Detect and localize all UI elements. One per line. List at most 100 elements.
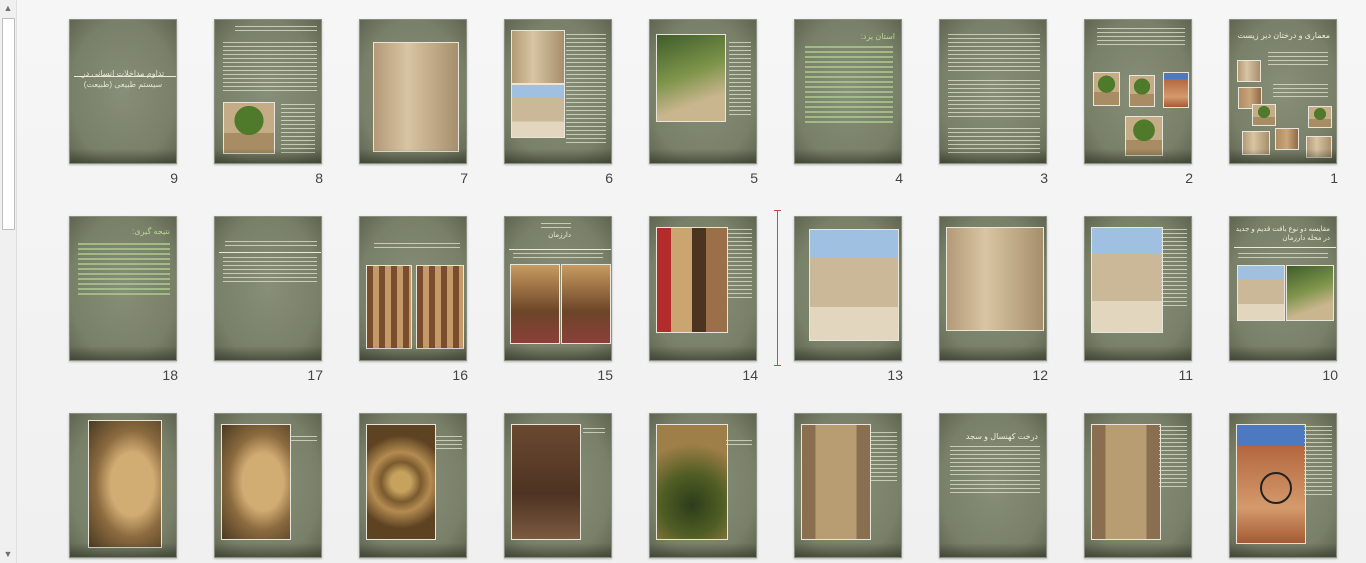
slide-number: 15	[597, 367, 613, 383]
slide-body-text	[225, 241, 317, 249]
slide-title: مقایسه دو نوع بافت قدیم و جدید در محله د…	[1235, 226, 1330, 242]
slide-thumbnail[interactable]	[649, 19, 757, 164]
slide-body-text	[223, 257, 317, 283]
slide-number: 17	[307, 367, 323, 383]
slide-photo	[88, 420, 162, 548]
slide-photo	[1129, 75, 1155, 107]
slide-thumbnail[interactable]	[359, 216, 467, 361]
slide-thumbnail[interactable]	[214, 216, 322, 361]
slide-thumbnail[interactable]	[939, 19, 1047, 164]
slide-photo	[510, 264, 560, 344]
scroll-up-arrow-icon[interactable]: ▲	[2, 1, 14, 15]
slide-title: نتیجه گیری:	[132, 227, 170, 236]
slide-body-text	[223, 42, 317, 92]
slide-photo	[1093, 72, 1120, 106]
slide-photo	[801, 424, 871, 540]
slide-photo	[1242, 131, 1270, 155]
slide-thumbnail[interactable]: تداوم مداخلات انسانی در سیستم طبیعی (طبی…	[69, 19, 177, 164]
slide-body-text	[78, 243, 170, 297]
slide-body-text	[948, 80, 1040, 120]
slide-body-text	[436, 436, 462, 450]
vertical-scrollbar[interactable]: ▲ ▼	[0, 0, 17, 563]
slide-photo	[223, 102, 275, 154]
slide-thumbnail[interactable]	[214, 413, 322, 558]
slide-thumbnail[interactable]	[1084, 216, 1192, 361]
slide-photo	[1275, 128, 1299, 150]
slide-thumbnail[interactable]	[504, 413, 612, 558]
slide-photo	[656, 34, 726, 122]
scroll-down-arrow-icon[interactable]: ▼	[2, 547, 14, 561]
slide-photo	[1237, 60, 1261, 82]
slide-photo	[1286, 265, 1334, 321]
slide-thumbnail[interactable]	[359, 19, 467, 164]
slide-thumbnail[interactable]: معماری و درختان دیر زیست	[1229, 19, 1337, 164]
slide-body-text	[281, 104, 315, 154]
slide-body-text	[1161, 229, 1187, 307]
slide-body-text	[1097, 28, 1185, 48]
slide-photo	[373, 42, 459, 152]
slide-thumbnail[interactable]	[504, 19, 612, 164]
slide-number: 11	[1178, 367, 1193, 383]
slide-body-text	[805, 46, 893, 126]
slide-photo	[511, 30, 565, 84]
slide-number: 13	[887, 367, 903, 383]
slide-thumbnail[interactable]: مقایسه دو نوع بافت قدیم و جدید در محله د…	[1229, 216, 1337, 361]
slide-photo	[221, 424, 291, 540]
slide-number: 9	[170, 170, 178, 186]
slide-number: 3	[1040, 170, 1048, 186]
slide-body-text	[950, 446, 1040, 476]
slide-body-text	[948, 34, 1040, 74]
slide-photo	[416, 265, 464, 349]
slide-body-text	[948, 128, 1040, 156]
slide-thumbnail[interactable]	[794, 216, 902, 361]
slide-title: معماری و درختان دیر زیست	[1237, 31, 1330, 40]
slide-body-text	[728, 229, 752, 301]
slide-number: 1	[1330, 170, 1338, 186]
slide-photo	[1308, 106, 1332, 128]
slide-body-text	[541, 223, 571, 228]
slide-title: تداوم مداخلات انسانی در سیستم طبیعی (طبی…	[81, 69, 165, 89]
slide-body-text	[1304, 426, 1332, 498]
slide-number: 8	[315, 170, 323, 186]
slide-thumbnail[interactable]: درخت کهنسال و سجد	[939, 413, 1047, 558]
slide-thumbnail[interactable]: استان یزد:	[794, 19, 902, 164]
slide-thumbnail[interactable]	[939, 216, 1047, 361]
slide-thumbnail[interactable]	[359, 413, 467, 558]
slide-photo	[511, 424, 581, 540]
slide-thumbnail[interactable]: دارزمان	[504, 216, 612, 361]
slide-divider	[509, 249, 611, 250]
slide-body-text	[1268, 52, 1328, 68]
slide-thumbnail[interactable]	[69, 413, 177, 558]
slide-thumbnail[interactable]	[1229, 413, 1337, 558]
slide-photo	[511, 84, 565, 138]
slide-photo	[366, 265, 412, 349]
slide-thumbnail[interactable]	[1084, 19, 1192, 164]
slide-body-text	[726, 440, 752, 448]
slide-number: 12	[1032, 367, 1048, 383]
slide-photo	[1252, 104, 1276, 126]
slide-body-text	[374, 243, 460, 249]
slide-photo	[366, 424, 436, 540]
slide-thumbnail[interactable]	[214, 19, 322, 164]
scrollbar-thumb[interactable]	[2, 18, 15, 230]
slide-number: 7	[460, 170, 468, 186]
slide-divider	[219, 252, 321, 253]
slide-photo	[1237, 265, 1285, 321]
slide-thumbnail[interactable]	[649, 216, 757, 361]
slide-thumbnail[interactable]: نتیجه گیری:	[69, 216, 177, 361]
slide-body-text	[235, 26, 317, 34]
slide-thumbnail[interactable]	[1084, 413, 1192, 558]
slide-divider	[1234, 247, 1336, 248]
slide-thumbnail[interactable]	[649, 413, 757, 558]
slide-photo	[1091, 424, 1161, 540]
slide-photo	[1306, 136, 1332, 158]
slide-title: دارزمان	[548, 232, 571, 239]
slide-number: 4	[895, 170, 903, 186]
slide-photo	[656, 227, 728, 333]
slide-body-text	[1273, 84, 1328, 100]
slide-number: 10	[1322, 367, 1338, 383]
slide-thumbnail[interactable]	[794, 413, 902, 558]
slide-body-text	[513, 253, 603, 261]
slide-body-text	[583, 428, 605, 434]
slide-photo	[809, 229, 899, 341]
